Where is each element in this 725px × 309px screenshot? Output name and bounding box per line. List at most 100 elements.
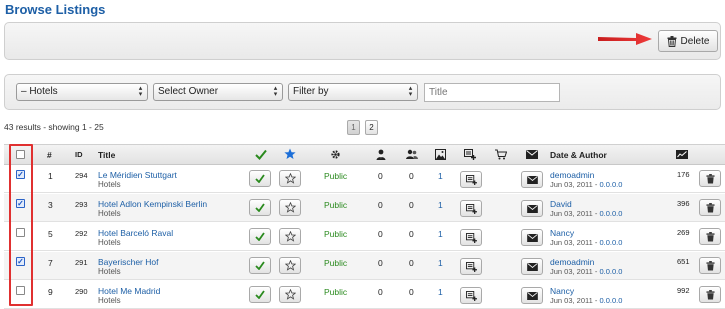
add-review-button[interactable] bbox=[460, 287, 482, 304]
delete-button[interactable]: Delete bbox=[658, 30, 718, 52]
claims-count: 0 bbox=[409, 258, 414, 268]
send-email-button[interactable] bbox=[521, 287, 543, 304]
claims-count: 0 bbox=[409, 200, 414, 210]
author-link[interactable]: David bbox=[550, 199, 572, 209]
publish-toggle-button[interactable] bbox=[249, 228, 271, 245]
title-search-input[interactable] bbox=[424, 83, 560, 102]
add-review-button[interactable] bbox=[460, 171, 482, 188]
delete-button-label: Delete bbox=[681, 36, 710, 47]
listing-date: Jun 03, 2011 - 0.0.0.0 bbox=[550, 267, 622, 276]
images-count-link[interactable]: 1 bbox=[438, 258, 443, 268]
featured-toggle-button[interactable] bbox=[279, 257, 301, 274]
trash-icon bbox=[706, 232, 715, 242]
images-count-link[interactable]: 1 bbox=[438, 200, 443, 210]
claims-count: 0 bbox=[409, 229, 414, 239]
listing-title-link[interactable]: Hotel Barceló Raval bbox=[98, 228, 173, 238]
select-arrows-icon: ▴▾ bbox=[407, 86, 414, 98]
publish-toggle-button[interactable] bbox=[249, 170, 271, 187]
add-review-button[interactable] bbox=[460, 258, 482, 275]
ip-address-link[interactable]: 0.0.0.0 bbox=[600, 267, 623, 276]
page-button-2[interactable]: 2 bbox=[365, 120, 378, 135]
images-count-link[interactable]: 1 bbox=[438, 287, 443, 297]
ip-address-link[interactable]: 0.0.0.0 bbox=[600, 209, 623, 218]
row-number: 5 bbox=[48, 229, 53, 239]
checkbox-column-highlight bbox=[9, 144, 33, 306]
listing-title-link[interactable]: Hotel Me Madrid bbox=[98, 286, 160, 296]
owner-select[interactable]: Select Owner ▴▾ bbox=[153, 83, 283, 101]
featured-toggle-button[interactable] bbox=[279, 228, 301, 245]
add-review-icon bbox=[466, 291, 477, 301]
send-email-button[interactable] bbox=[521, 258, 543, 275]
page-title: Browse Listings bbox=[5, 2, 105, 17]
envelope-icon bbox=[527, 292, 538, 300]
trash-icon bbox=[667, 36, 677, 47]
listing-category: Hotels bbox=[98, 238, 121, 247]
send-email-button[interactable] bbox=[521, 200, 543, 217]
row-number: 1 bbox=[48, 171, 53, 181]
row-id: 292 bbox=[75, 229, 88, 238]
date-text: Jun 03, 2011 - bbox=[550, 238, 597, 247]
star-outline-icon bbox=[285, 260, 296, 271]
ip-address-link[interactable]: 0.0.0.0 bbox=[600, 238, 623, 247]
ip-address-link[interactable]: 0.0.0.0 bbox=[600, 296, 623, 305]
owner-count: 0 bbox=[378, 229, 383, 239]
access-status: Public bbox=[324, 287, 347, 297]
listing-title-link[interactable]: Hotel Adlon Kempinski Berlin bbox=[98, 199, 207, 209]
hits-count: 992 bbox=[677, 286, 690, 295]
chart-icon bbox=[676, 150, 688, 159]
featured-toggle-button[interactable] bbox=[279, 170, 301, 187]
trash-icon bbox=[706, 261, 715, 271]
publish-toggle-button[interactable] bbox=[249, 199, 271, 216]
listing-title-link[interactable]: Le Méridien Stuttgart bbox=[98, 170, 177, 180]
featured-toggle-button[interactable] bbox=[279, 199, 301, 216]
filter-by-select[interactable]: Filter by ▴▾ bbox=[288, 83, 418, 101]
row-delete-button[interactable] bbox=[699, 257, 721, 274]
add-review-button[interactable] bbox=[460, 229, 482, 246]
row-id: 290 bbox=[75, 287, 88, 296]
featured-toggle-button[interactable] bbox=[279, 286, 301, 303]
listing-title-link[interactable]: Bayerischer Hof bbox=[98, 257, 158, 267]
claims-count: 0 bbox=[409, 171, 414, 181]
add-review-icon bbox=[466, 175, 477, 185]
check-icon bbox=[255, 232, 265, 241]
star-icon bbox=[284, 148, 296, 160]
owner-count: 0 bbox=[378, 258, 383, 268]
row-number: 9 bbox=[48, 287, 53, 297]
add-review-icon bbox=[466, 262, 477, 272]
send-email-button[interactable] bbox=[521, 171, 543, 188]
row-delete-button[interactable] bbox=[699, 228, 721, 245]
trash-icon bbox=[706, 203, 715, 213]
star-outline-icon bbox=[285, 202, 296, 213]
author-link[interactable]: demoadmin bbox=[550, 257, 594, 267]
author-link[interactable]: Nancy bbox=[550, 286, 574, 296]
cart-icon bbox=[495, 149, 507, 160]
publish-toggle-button[interactable] bbox=[249, 257, 271, 274]
row-delete-button[interactable] bbox=[699, 199, 721, 216]
listing-date: Jun 03, 2011 - 0.0.0.0 bbox=[550, 209, 622, 218]
access-status: Public bbox=[324, 258, 347, 268]
owner-count: 0 bbox=[378, 200, 383, 210]
image-icon bbox=[435, 149, 446, 160]
trash-icon bbox=[706, 174, 715, 184]
ip-address-link[interactable]: 0.0.0.0 bbox=[600, 180, 623, 189]
owner-count: 0 bbox=[378, 171, 383, 181]
author-link[interactable]: Nancy bbox=[550, 228, 574, 238]
add-review-icon bbox=[464, 149, 476, 160]
images-count-link[interactable]: 1 bbox=[438, 171, 443, 181]
envelope-icon bbox=[527, 234, 538, 242]
hits-count: 396 bbox=[677, 199, 690, 208]
category-select[interactable]: – Hotels ▴▾ bbox=[16, 83, 148, 101]
row-number: 7 bbox=[48, 258, 53, 268]
images-count-link[interactable]: 1 bbox=[438, 229, 443, 239]
row-delete-button[interactable] bbox=[699, 286, 721, 303]
page-button-1[interactable]: 1 bbox=[347, 120, 360, 135]
trash-icon bbox=[706, 290, 715, 300]
star-outline-icon bbox=[285, 289, 296, 300]
add-review-button[interactable] bbox=[460, 200, 482, 217]
send-email-button[interactable] bbox=[521, 229, 543, 246]
author-link[interactable]: demoadmin bbox=[550, 170, 594, 180]
check-icon bbox=[255, 174, 265, 183]
publish-toggle-button[interactable] bbox=[249, 286, 271, 303]
row-delete-button[interactable] bbox=[699, 170, 721, 187]
listing-date: Jun 03, 2011 - 0.0.0.0 bbox=[550, 296, 622, 305]
